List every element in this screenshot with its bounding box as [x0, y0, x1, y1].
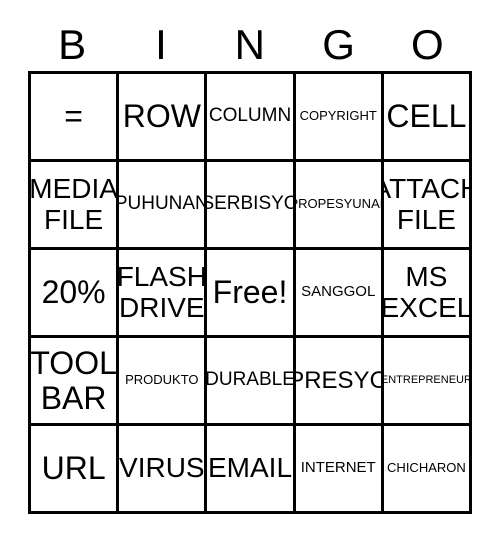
bingo-cell-label: TOOL BAR — [31, 344, 117, 416]
bingo-cell[interactable]: SERBISYO — [207, 162, 296, 247]
bingo-cell-label: COPYRIGHT — [299, 108, 377, 124]
bingo-cell-label: 20% — [41, 274, 106, 311]
bingo-cell[interactable]: EMAIL — [207, 426, 296, 511]
bingo-cell-label: CHICHARON — [387, 460, 466, 476]
bingo-cell-label: = — [64, 98, 83, 135]
bingo-cell-label: PROPESYUNAL — [295, 196, 384, 212]
bingo-cell[interactable]: 20% — [31, 250, 120, 335]
bingo-cell-label: COLUMN — [208, 105, 292, 127]
bingo-cell[interactable]: COPYRIGHT — [296, 74, 384, 159]
bingo-cell-label: VIRUS — [119, 452, 205, 484]
bingo-row: = ROW COLUMN COPYRIGHT CELL — [31, 74, 469, 162]
bingo-cell[interactable]: SANGGOL — [296, 250, 384, 335]
bingo-cell[interactable]: TOOL BAR — [31, 338, 120, 423]
bingo-cell[interactable]: URL — [31, 426, 120, 511]
bingo-cell-label: MS EXCEL — [383, 261, 470, 323]
bingo-cell-label: INTERNET — [300, 459, 376, 477]
bingo-cell[interactable]: ATTACH FILE — [384, 162, 469, 247]
bingo-cell-label: ROW — [122, 98, 201, 135]
bingo-cell[interactable]: CELL — [384, 74, 469, 159]
bingo-row: 20% FLASH DRIVE Free! SANGGOL MS EXCEL — [31, 250, 469, 338]
bingo-row: MEDIA FILE PUHUNAN SERBISYO PROPESYUNAL … — [31, 162, 469, 250]
bingo-cell[interactable]: PROPESYUNAL — [296, 162, 384, 247]
bingo-cell[interactable]: INTERNET — [296, 426, 384, 511]
bingo-cell-label: DURABLE — [207, 369, 295, 391]
bingo-cell[interactable]: ENTREPRENEUR — [384, 338, 469, 423]
header-letter-g: G — [322, 20, 356, 68]
bingo-cell[interactable]: CHICHARON — [384, 426, 469, 511]
bingo-cell-label: PRESYO — [296, 366, 384, 394]
bingo-cell-label: PRODUKTO — [125, 372, 199, 388]
bingo-cell[interactable]: ROW — [119, 74, 208, 159]
bingo-cell[interactable]: MEDIA FILE — [31, 162, 120, 247]
bingo-cell[interactable]: PRODUKTO — [119, 338, 208, 423]
bingo-grid: = ROW COLUMN COPYRIGHT CELL MEDIA FILE P… — [28, 71, 472, 514]
bingo-cell-label: ENTREPRENEUR — [383, 373, 470, 386]
header-letter-o: O — [411, 20, 445, 68]
bingo-card: B I N G O = ROW COLUMN COPYRIGHT CELL ME… — [0, 0, 501, 544]
bingo-cell-label: CELL — [386, 98, 467, 135]
bingo-cell[interactable]: DURABLE — [207, 338, 296, 423]
bingo-cell-label: EMAIL — [208, 452, 293, 484]
bingo-cell-label: FLASH DRIVE — [119, 261, 207, 323]
bingo-header: B I N G O — [28, 18, 472, 71]
bingo-cell[interactable]: COLUMN — [207, 74, 296, 159]
header-letter-i: I — [155, 20, 168, 68]
bingo-cell[interactable]: FLASH DRIVE — [119, 250, 208, 335]
header-letter-n: N — [234, 20, 266, 68]
bingo-cell[interactable]: PUHUNAN — [119, 162, 208, 247]
bingo-cell-label: SERBISYO — [207, 193, 296, 215]
bingo-row: URL VIRUS EMAIL INTERNET CHICHARON — [31, 426, 469, 511]
bingo-cell-label: Free! — [212, 274, 288, 311]
bingo-cell[interactable]: MS EXCEL — [384, 250, 469, 335]
bingo-cell-label: PUHUNAN — [119, 193, 208, 215]
bingo-cell-label: ATTACH FILE — [384, 173, 469, 235]
header-letter-b: B — [58, 20, 87, 68]
bingo-cell-label: URL — [41, 450, 106, 487]
bingo-cell-label: SANGGOL — [301, 283, 376, 301]
bingo-cell[interactable]: PRESYO — [296, 338, 384, 423]
bingo-cell-free[interactable]: Free! — [207, 250, 296, 335]
bingo-cell[interactable]: VIRUS — [119, 426, 208, 511]
bingo-row: TOOL BAR PRODUKTO DURABLE PRESYO ENTREPR… — [31, 338, 469, 426]
bingo-cell[interactable]: = — [31, 74, 120, 159]
bingo-cell-label: MEDIA FILE — [31, 173, 118, 235]
